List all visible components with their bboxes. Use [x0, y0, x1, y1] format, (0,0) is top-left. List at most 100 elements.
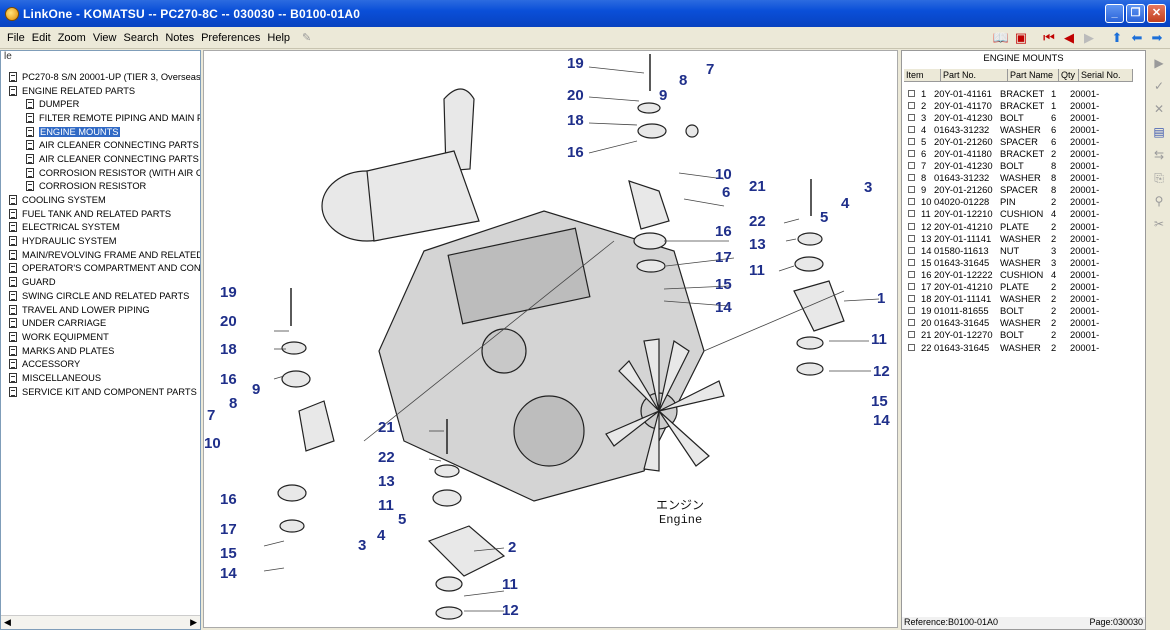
col-qty[interactable]: Qty [1059, 69, 1079, 81]
callout-16-left[interactable]: 16 [220, 371, 237, 388]
binoculars-icon[interactable]: ⚲ [1151, 193, 1167, 209]
menu-preferences[interactable]: Preferences [198, 32, 263, 44]
callout-17-mid[interactable]: 17 [715, 249, 732, 266]
parts-diagram[interactable]: エンジン Engine 19 8 7 20 9 18 16 10 6 21 3 … [203, 50, 898, 628]
parts-row[interactable]: 5 20Y-01-21260 SPACER 6 20001- [904, 135, 1144, 147]
select-checkbox[interactable] [908, 198, 915, 206]
callout-9-left[interactable]: 9 [252, 381, 260, 398]
parts-row[interactable]: 19 01011-81655 BOLT 2 20001- [904, 305, 1144, 317]
callout-10-top[interactable]: 10 [715, 166, 732, 183]
tree-item[interactable]: MARKS AND PLATES [1, 344, 200, 358]
tree-item[interactable]: SWING CIRCLE AND RELATED PARTS [1, 289, 200, 303]
tree-item[interactable]: HYDRAULIC SYSTEM [1, 234, 200, 248]
parts-row[interactable]: 8 01643-31232 WASHER 8 20001- [904, 172, 1144, 184]
menu-file[interactable]: File [4, 32, 28, 44]
back-arrow-icon[interactable]: ⬅ [1128, 29, 1146, 47]
tree-item[interactable]: TRAVEL AND LOWER PIPING [1, 303, 200, 317]
callout-16-mid[interactable]: 16 [715, 223, 732, 240]
callout-22-bottom[interactable]: 22 [378, 449, 395, 466]
tree-item[interactable]: MAIN/REVOLVING FRAME AND RELATED P [1, 248, 200, 262]
callout-11-bottom[interactable]: 11 [378, 497, 394, 514]
callout-19-left[interactable]: 19 [220, 284, 237, 301]
callout-14-mid[interactable]: 14 [715, 299, 732, 316]
tree-item[interactable]: WORK EQUIPMENT [1, 330, 200, 344]
callout-9-top[interactable]: 9 [659, 87, 667, 104]
tree-item[interactable]: DUMPER [1, 97, 200, 111]
first-page-icon[interactable]: ⏮ [1040, 29, 1058, 47]
callout-16-lower-left[interactable]: 16 [220, 491, 237, 508]
close-button[interactable]: ✕ [1147, 4, 1166, 23]
callout-19-top[interactable]: 19 [567, 55, 584, 72]
tree-item[interactable]: MISCELLANEOUS [1, 371, 200, 385]
callout-15-left[interactable]: 15 [220, 545, 237, 562]
callout-16-top[interactable]: 16 [567, 144, 584, 161]
tree-item[interactable]: FUEL TANK AND RELATED PARTS [1, 207, 200, 221]
select-checkbox[interactable] [908, 343, 915, 351]
tree-item[interactable]: CORROSION RESISTOR [1, 180, 200, 194]
callout-1[interactable]: 1 [877, 290, 885, 307]
callout-15-right[interactable]: 15 [871, 393, 888, 410]
bookmark-icon[interactable]: ▣ [1012, 29, 1030, 47]
forward-arrow-icon[interactable]: ➡ [1148, 29, 1166, 47]
callout-11-right[interactable]: 11 [749, 262, 765, 279]
parts-row[interactable]: 3 20Y-01-41230 BOLT 6 20001- [904, 111, 1144, 123]
tree-item[interactable]: AIR CLEANER CONNECTING PARTS (W [1, 152, 200, 166]
callout-7-top[interactable]: 7 [706, 61, 714, 78]
parts-row[interactable]: 20 01643-31645 WASHER 2 20001- [904, 317, 1144, 329]
callout-14-right[interactable]: 14 [873, 412, 890, 429]
previous-page-icon[interactable]: ◀ [1060, 29, 1078, 47]
parts-row[interactable]: 22 01643-31645 WASHER 2 20001- [904, 341, 1144, 353]
col-part-name[interactable]: Part Name [1008, 69, 1059, 81]
callout-7-left[interactable]: 7 [207, 407, 215, 424]
select-checkbox[interactable] [908, 125, 915, 133]
tree-item[interactable]: ENGINE MOUNTS [1, 125, 200, 139]
play-icon[interactable]: ▶ [1151, 55, 1167, 71]
callout-3-right[interactable]: 3 [864, 179, 872, 196]
callout-8-left[interactable]: 8 [229, 395, 237, 412]
callout-13-bottom[interactable]: 13 [378, 473, 395, 490]
parts-row[interactable]: 13 20Y-01-11141 WASHER 2 20001- [904, 232, 1144, 244]
select-checkbox[interactable] [908, 150, 915, 158]
list-icon[interactable]: ▤ [1151, 124, 1167, 140]
tree-item[interactable]: COOLING SYSTEM [1, 193, 200, 207]
select-checkbox[interactable] [908, 137, 915, 145]
callout-5-bottom[interactable]: 5 [398, 511, 406, 528]
restore-button[interactable]: ❐ [1126, 4, 1145, 23]
scroll-right-icon[interactable]: ▶ [190, 617, 197, 628]
callout-5-right[interactable]: 5 [820, 209, 828, 226]
select-checkbox[interactable] [908, 246, 915, 254]
callout-11-base[interactable]: 11 [502, 576, 518, 593]
callout-22-right[interactable]: 22 [749, 213, 766, 230]
callout-4-bottom[interactable]: 4 [377, 527, 385, 544]
menu-search[interactable]: Search [120, 32, 161, 44]
callout-20-left[interactable]: 20 [220, 313, 237, 330]
next-page-icon[interactable]: ▶ [1080, 29, 1098, 47]
tree-item[interactable]: AIR CLEANER CONNECTING PARTS [1, 138, 200, 152]
select-checkbox[interactable] [908, 222, 915, 230]
parts-row[interactable]: 9 20Y-01-21260 SPACER 8 20001- [904, 184, 1144, 196]
callout-21-right[interactable]: 21 [749, 178, 766, 195]
parts-row[interactable]: 2 20Y-01-41170 BRACKET 1 20001- [904, 99, 1144, 111]
parts-row[interactable]: 18 20Y-01-11141 WASHER 2 20001- [904, 293, 1144, 305]
tool-icon[interactable]: ✂ [1151, 216, 1167, 232]
book-icon[interactable]: 📖 [992, 29, 1010, 47]
parts-row[interactable]: 7 20Y-01-41230 BOLT 8 20001- [904, 160, 1144, 172]
horizontal-scrollbar[interactable]: ◀ ▶ [1, 615, 200, 629]
tree-item[interactable]: ELECTRICAL SYSTEM [1, 221, 200, 235]
select-checkbox[interactable] [908, 283, 915, 291]
callout-2[interactable]: 2 [508, 539, 516, 556]
callout-12-right[interactable]: 12 [873, 363, 890, 380]
col-item[interactable]: Item [904, 69, 941, 81]
pin-icon[interactable]: ✎ [299, 31, 314, 44]
parts-row[interactable]: 4 01643-31232 WASHER 6 20001- [904, 123, 1144, 135]
callout-17-left[interactable]: 17 [220, 521, 237, 538]
callout-15-mid[interactable]: 15 [715, 276, 732, 293]
parts-row[interactable]: 1 20Y-01-41161 BRACKET 1 20001- [904, 87, 1144, 99]
parts-row[interactable]: 6 20Y-01-41180 BRACKET 2 20001- [904, 147, 1144, 159]
select-checkbox[interactable] [908, 89, 915, 97]
select-checkbox[interactable] [908, 295, 915, 303]
tree-item[interactable]: ACCESSORY [1, 357, 200, 371]
select-checkbox[interactable] [908, 210, 915, 218]
parts-row[interactable]: 10 04020-01228 PIN 2 20001- [904, 196, 1144, 208]
callout-3-bottom[interactable]: 3 [358, 537, 366, 554]
